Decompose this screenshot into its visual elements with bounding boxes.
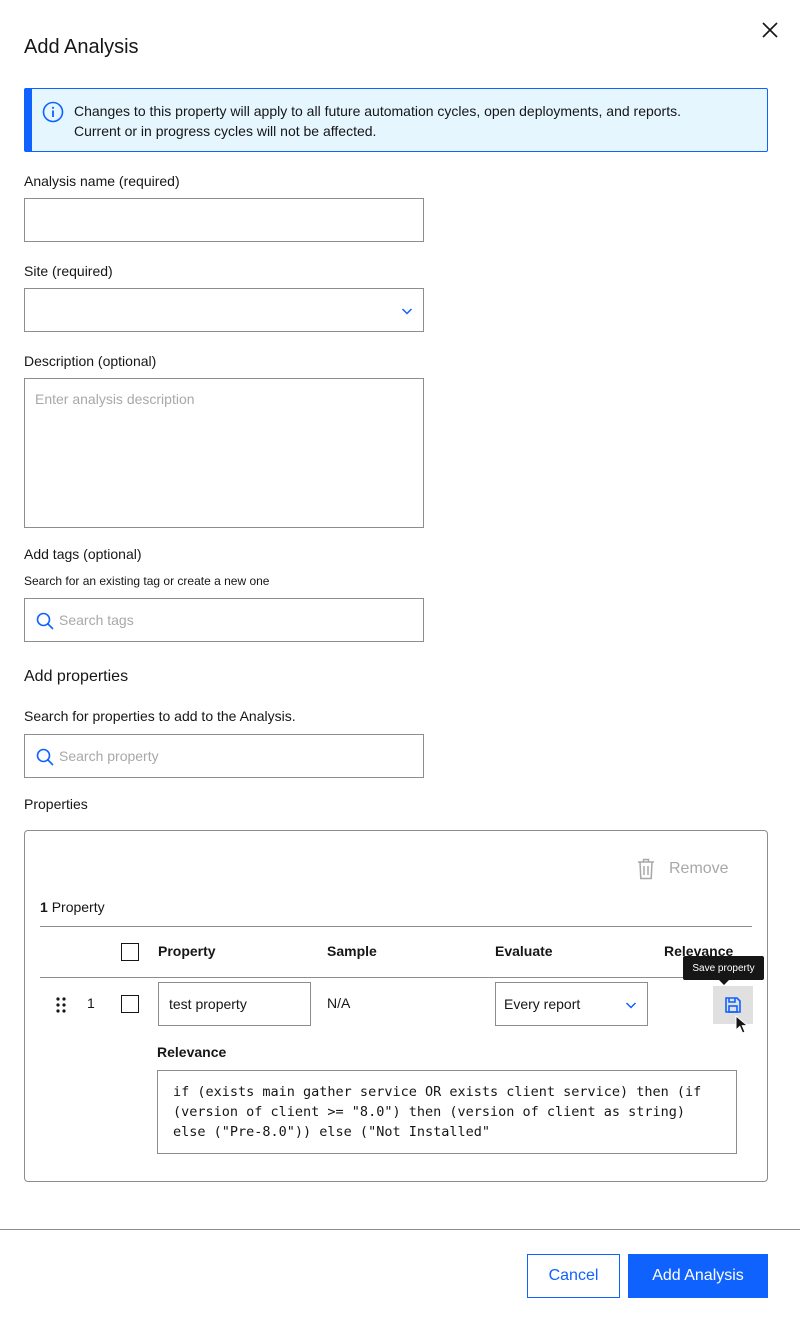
footer-divider	[0, 1229, 800, 1230]
select-all-checkbox[interactable]	[121, 943, 139, 961]
evaluate-value: Every report	[504, 996, 581, 1012]
mouse-cursor-icon	[735, 1015, 749, 1034]
tags-label: Add tags (optional)	[24, 546, 142, 562]
property-search-field[interactable]	[24, 734, 424, 778]
row-checkbox[interactable]	[121, 995, 139, 1013]
column-header-property: Property	[158, 943, 216, 959]
analysis-name-label: Analysis name (required)	[24, 173, 180, 189]
row-index: 1	[87, 995, 95, 1011]
description-textarea[interactable]: Enter analysis description	[24, 378, 424, 528]
table-header-divider	[40, 977, 752, 978]
search-icon	[36, 612, 54, 630]
cancel-button[interactable]: Cancel	[527, 1254, 620, 1298]
site-select[interactable]	[24, 288, 424, 332]
properties-table: Remove 1 Property Property Sample Evalua…	[24, 830, 768, 1182]
analysis-name-field[interactable]	[24, 198, 424, 242]
property-count-number: 1	[40, 899, 48, 915]
properties-list-label: Properties	[24, 796, 88, 812]
banner-line-1: Changes to this property will apply to a…	[74, 103, 681, 119]
description-label: Description (optional)	[24, 353, 157, 369]
save-icon	[725, 997, 741, 1013]
trash-icon	[638, 858, 654, 880]
tags-search-field[interactable]	[24, 598, 424, 642]
add-properties-title: Add properties	[24, 668, 129, 685]
column-header-evaluate: Evaluate	[495, 943, 553, 959]
property-count-label: Property	[51, 899, 105, 915]
dialog-title: Add Analysis	[24, 36, 139, 58]
info-banner: Changes to this property will apply to a…	[24, 88, 768, 152]
banner-message: Changes to this property will apply to a…	[74, 101, 681, 141]
chevron-down-icon	[401, 308, 413, 315]
column-header-sample: Sample	[327, 943, 377, 959]
property-count: 1 Property	[40, 899, 105, 915]
table-top-divider	[40, 926, 752, 927]
close-button[interactable]	[756, 16, 784, 44]
save-property-tooltip: Save property	[683, 956, 764, 985]
chevron-down-icon	[625, 1002, 637, 1009]
tags-helper: Search for an existing tag or create a n…	[24, 574, 270, 588]
remove-label: Remove	[669, 860, 729, 877]
property-search-input[interactable]	[25, 735, 423, 777]
remove-button[interactable]: Remove	[637, 855, 729, 883]
add-properties-helper: Search for properties to add to the Anal…	[24, 708, 296, 724]
search-icon	[36, 748, 54, 766]
analysis-name-input[interactable]	[25, 199, 423, 241]
tags-search-input[interactable]	[25, 599, 423, 641]
add-analysis-button[interactable]: Add Analysis	[628, 1254, 768, 1298]
sample-value: N/A	[327, 995, 351, 1011]
relevance-label: Relevance	[157, 1044, 227, 1060]
banner-line-2: Current or in progress cycles will not b…	[74, 123, 377, 139]
site-label: Site (required)	[24, 263, 113, 279]
drag-handle-icon[interactable]	[55, 996, 67, 1014]
property-name-input[interactable]: test property	[158, 982, 311, 1026]
info-icon	[42, 101, 64, 123]
close-icon	[762, 22, 778, 38]
relevance-textarea[interactable]: if (exists main gather service OR exists…	[157, 1070, 737, 1154]
evaluate-select[interactable]: Every report	[495, 982, 648, 1026]
